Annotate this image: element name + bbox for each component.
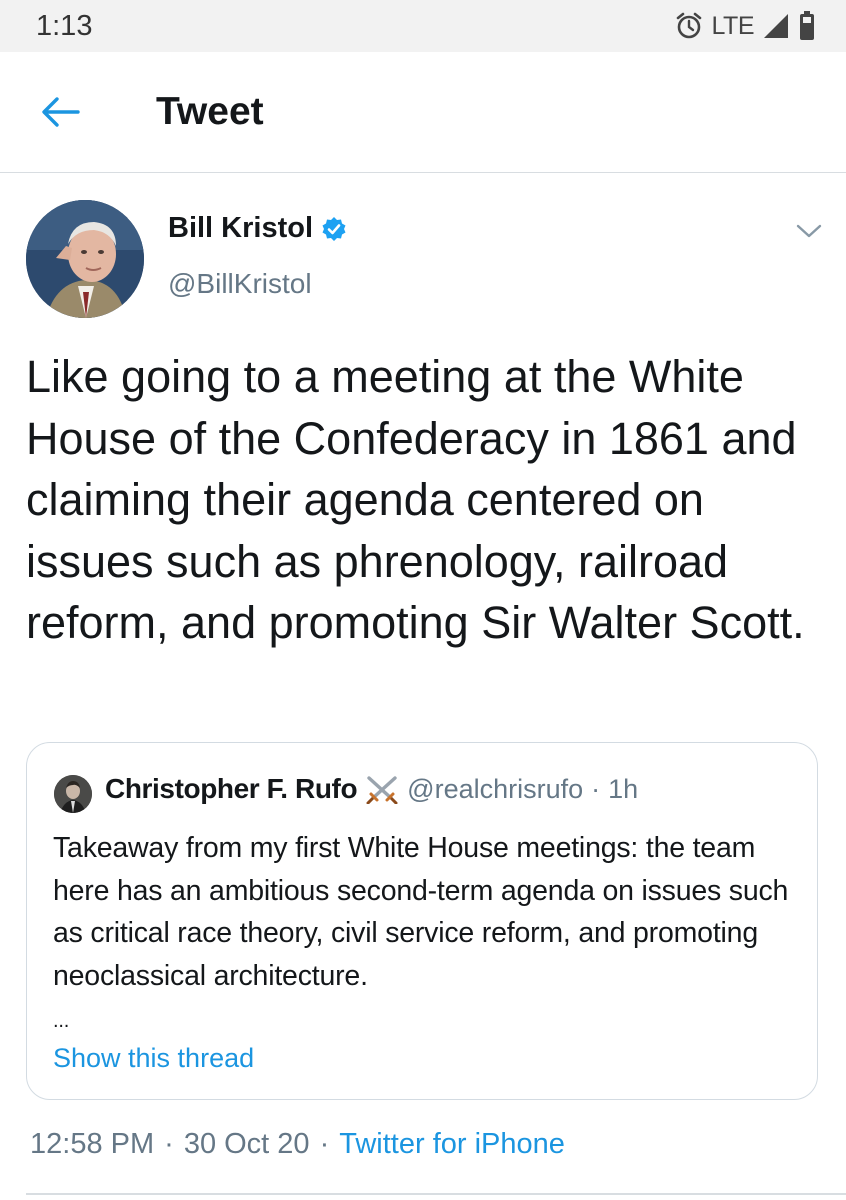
tweet-text: Like going to a meeting at the White Hou…: [26, 351, 805, 648]
meta-separator: ·: [319, 1128, 330, 1160]
author-avatar[interactable]: [26, 200, 144, 318]
author-name[interactable]: Bill Kristol: [168, 212, 313, 245]
quoted-author-handle: @realchrisrufo: [407, 773, 584, 804]
avatar-image: [26, 200, 144, 318]
chevron-down-icon: [796, 224, 822, 238]
quoted-tweet-body: Takeaway from my first White House meeti…: [53, 832, 789, 992]
network-type: LTE: [711, 11, 755, 40]
quoted-avatar-image: [54, 775, 92, 813]
tweet-source-link[interactable]: Twitter for iPhone: [339, 1128, 565, 1161]
status-icons: LTE: [674, 8, 817, 44]
quoted-tweet-header: Christopher F. Rufo @realchrisrufo · 1h: [105, 773, 638, 805]
verified-badge-icon: [322, 216, 346, 241]
status-time: 1:13: [36, 10, 93, 42]
signal-icon: [764, 14, 788, 38]
quoted-separator: ·: [591, 773, 601, 804]
quoted-author-avatar: [54, 775, 92, 813]
quoted-author-name: Christopher F. Rufo: [105, 773, 358, 804]
tweet-date: 30 Oct 20: [183, 1128, 310, 1160]
divider: [26, 1193, 846, 1195]
author-name-row[interactable]: Bill Kristol: [168, 212, 347, 245]
status-bar: 1:13 LTE: [0, 0, 846, 52]
author-handle[interactable]: @BillKristol: [168, 268, 312, 300]
tweet-meta: 12:58 PM · 30 Oct 20 · Twitter for iPhon…: [30, 1128, 565, 1161]
page-title: Tweet: [156, 90, 264, 133]
arrow-left-icon: [42, 97, 80, 127]
tweet-header: Tweet: [0, 52, 846, 173]
show-thread-link[interactable]: Show this thread: [53, 1043, 254, 1074]
quoted-tweet-time: 1h: [608, 773, 639, 804]
tweet-options-button[interactable]: [792, 218, 826, 244]
crossed-swords-icon: [366, 776, 398, 804]
meta-separator: ·: [164, 1128, 174, 1160]
tweet-time: 12:58 PM: [30, 1128, 155, 1160]
battery-icon: [800, 11, 814, 40]
quoted-tweet-text: Takeaway from my first White House meeti…: [53, 827, 805, 1042]
back-button[interactable]: [38, 94, 82, 130]
alarm-icon: [676, 12, 701, 39]
quoted-ellipsis: ...: [53, 1010, 70, 1032]
quoted-tweet-card[interactable]: Christopher F. Rufo @realchrisrufo · 1h …: [26, 742, 818, 1100]
